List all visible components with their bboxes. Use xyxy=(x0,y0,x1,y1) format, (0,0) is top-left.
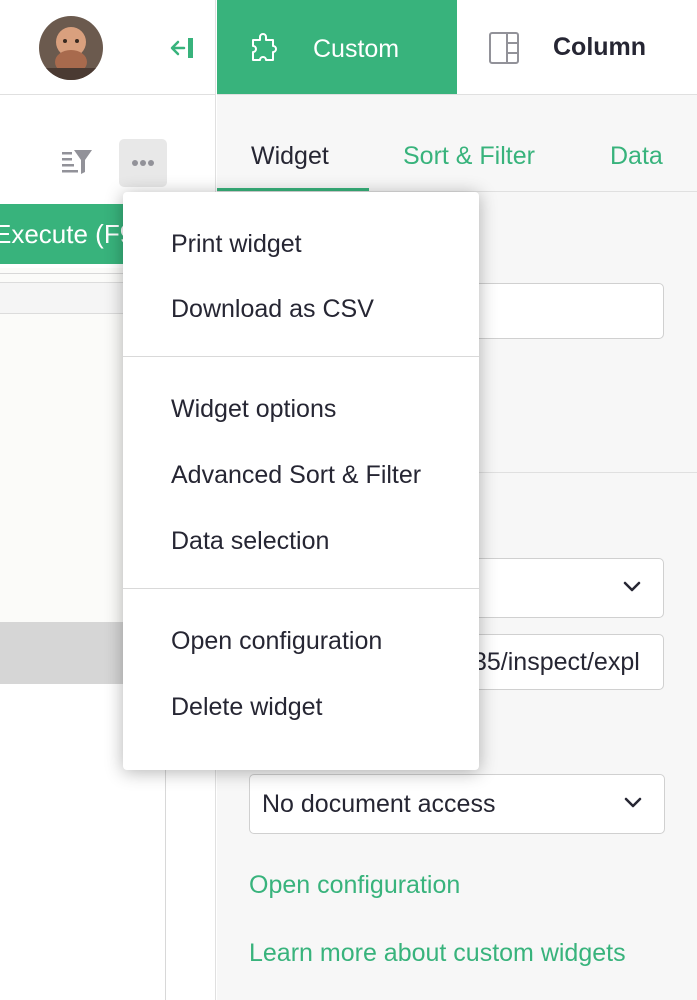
menu-item-open-configuration[interactable]: Open configuration xyxy=(171,625,382,657)
puzzle-icon xyxy=(252,33,277,61)
access-level-value: No document access xyxy=(262,790,496,818)
chevron-down-icon xyxy=(624,797,642,808)
open-configuration-link[interactable]: Open configuration xyxy=(249,869,460,901)
widget-options-menu: Print widget Download as CSV Widget opti… xyxy=(123,192,479,770)
frame-divider xyxy=(0,268,140,274)
subtab-data[interactable]: Data xyxy=(610,140,663,172)
more-options-button[interactable] xyxy=(119,139,167,187)
widget-frame xyxy=(0,268,140,684)
learn-more-link[interactable]: Learn more about custom widgets xyxy=(249,937,626,969)
chevron-down-icon xyxy=(623,581,641,592)
menu-item-data-selection[interactable]: Data selection xyxy=(171,525,329,557)
menu-item-widget-options[interactable]: Widget options xyxy=(171,393,336,425)
frame-input-row[interactable] xyxy=(0,282,140,314)
menu-separator xyxy=(123,588,479,589)
panel-tabs: Custom Column xyxy=(217,0,697,95)
column-layout-icon xyxy=(489,32,519,64)
menu-separator xyxy=(123,356,479,357)
tab-column[interactable]: Column xyxy=(457,0,697,94)
avatar[interactable] xyxy=(39,16,103,80)
left-top-bar xyxy=(0,0,215,95)
menu-item-print-widget[interactable]: Print widget xyxy=(171,228,302,260)
more-dots-icon xyxy=(132,160,154,166)
menu-item-download-csv[interactable]: Download as CSV xyxy=(171,293,374,325)
access-level-select[interactable]: No document access xyxy=(249,774,665,834)
subtab-sort-filter[interactable]: Sort & Filter xyxy=(403,140,535,172)
menu-item-delete-widget[interactable]: Delete widget xyxy=(171,691,322,723)
subtab-active-underline xyxy=(217,188,369,191)
execute-button[interactable]: Execute (F9) xyxy=(0,204,143,264)
subtabs: Widget Sort & Filter Data xyxy=(217,96,697,192)
collapse-panel-icon[interactable] xyxy=(170,36,196,60)
subtab-widget[interactable]: Widget xyxy=(251,140,329,172)
tab-custom-label: Custom xyxy=(313,35,400,63)
tab-custom[interactable]: Custom xyxy=(217,0,457,94)
menu-item-advanced-sort-filter[interactable]: Advanced Sort & Filter xyxy=(171,459,421,491)
sort-filter-icon[interactable] xyxy=(60,148,94,178)
tab-column-label: Column xyxy=(553,33,647,61)
frame-footer xyxy=(0,622,140,684)
